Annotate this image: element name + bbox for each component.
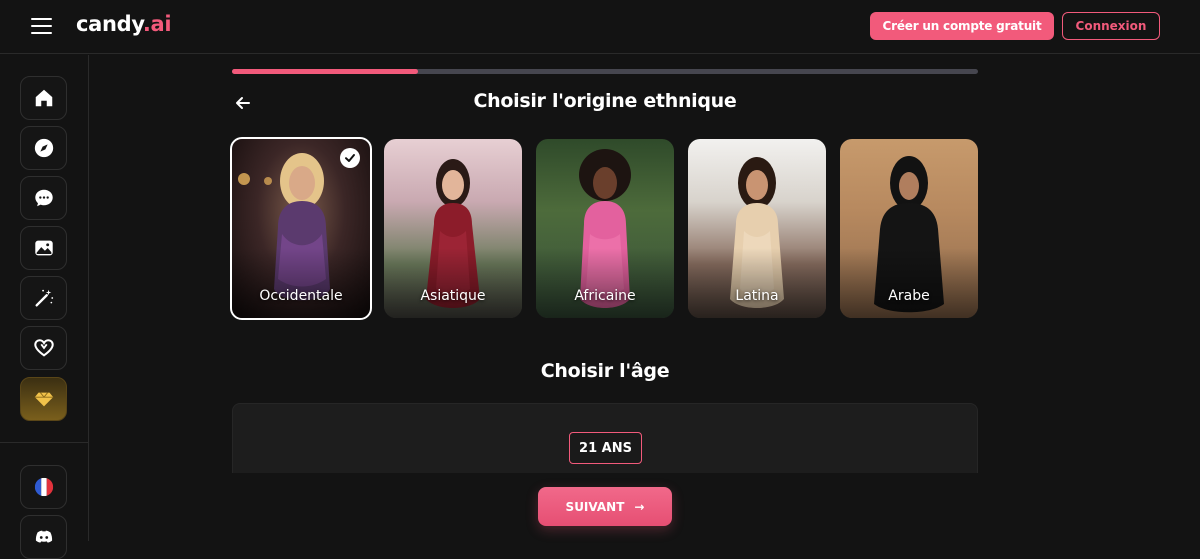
ethnicity-option-asiatique[interactable]: Asiatique: [384, 139, 522, 318]
sidebar-item-explore[interactable]: [20, 126, 67, 170]
card-shade: [688, 248, 826, 318]
card-shade: [232, 248, 370, 318]
sidebar-item-chat[interactable]: [20, 176, 67, 220]
age-title: Choisir l'âge: [540, 360, 670, 382]
progress-fill: [232, 69, 418, 74]
image-icon: [34, 240, 53, 256]
ethnicity-option-occidentale[interactable]: Occidentale: [230, 137, 372, 320]
sidebar-item-premium[interactable]: [20, 377, 67, 421]
ethnicity-label: Africaine: [574, 288, 636, 304]
card-shade: [384, 248, 522, 318]
sidebar: [0, 55, 89, 559]
next-label: SUIVANT: [565, 499, 625, 514]
top-bar: candy.ai Créer un compte gratuit Connexi…: [0, 0, 1200, 54]
card-shade: [536, 248, 674, 318]
ethnicity-title: Choisir l'origine ethnique: [473, 90, 737, 112]
age-value: 21 ANS: [569, 432, 642, 464]
menu-icon[interactable]: [31, 17, 53, 35]
magic-wand-icon: [34, 289, 53, 307]
card-shade: [840, 248, 978, 318]
ethnicity-option-africaine[interactable]: Africaine: [536, 139, 674, 318]
sidebar-item-discord[interactable]: [20, 515, 67, 559]
sidebar-item-create[interactable]: [20, 326, 67, 370]
arrow-right-icon: →: [634, 499, 645, 514]
discord-icon: [35, 530, 52, 543]
chat-icon: [34, 189, 53, 207]
diamond-icon: [34, 392, 53, 407]
home-icon: [35, 89, 52, 107]
compass-icon: [34, 138, 53, 158]
ethnicity-label: Asiatique: [420, 288, 486, 304]
ethnicity-label: Arabe: [888, 288, 930, 304]
next-button[interactable]: SUIVANT →: [538, 487, 672, 526]
signup-button[interactable]: Créer un compte gratuit: [870, 12, 1054, 40]
sidebar-item-gallery[interactable]: [20, 226, 67, 270]
sidebar-item-language[interactable]: [20, 465, 67, 509]
heart-icon: [33, 339, 54, 357]
progress-bar: [232, 69, 978, 74]
french-flag-icon: [34, 477, 53, 497]
logo[interactable]: candy.ai: [76, 12, 172, 36]
age-slider-panel[interactable]: 21 ANS: [232, 403, 978, 473]
check-icon: [340, 148, 360, 168]
sidebar-item-generate[interactable]: [20, 276, 67, 320]
sidebar-item-home[interactable]: [20, 76, 67, 120]
ethnicity-label: Occidentale: [259, 288, 343, 304]
logo-suffix: .ai: [142, 12, 172, 36]
logo-main: candy: [76, 12, 143, 36]
ethnicity-option-arabe[interactable]: Arabe: [840, 139, 978, 318]
ethnicity-option-latina[interactable]: Latina: [688, 139, 826, 318]
ethnicity-label: Latina: [735, 288, 779, 304]
sidebar-divider: [0, 442, 88, 443]
login-button[interactable]: Connexion: [1062, 12, 1160, 40]
